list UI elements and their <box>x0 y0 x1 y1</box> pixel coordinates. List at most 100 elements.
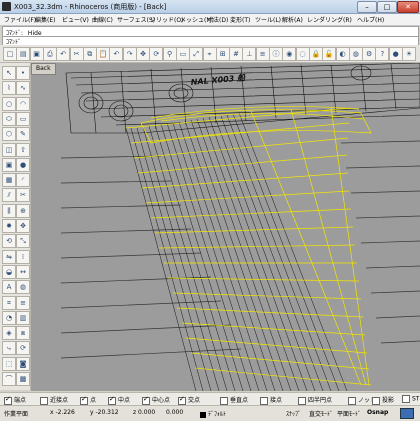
undo-arrow-icon[interactable]: ↶ <box>109 47 124 61</box>
lock-icon[interactable]: 🔒 <box>308 47 323 61</box>
osnap-checkbox[interactable] <box>220 396 228 405</box>
osnap-item[interactable]: 交点 <box>178 395 200 405</box>
help-icon[interactable]: ? <box>375 47 390 61</box>
extrude-icon[interactable]: ⇧ <box>16 142 30 157</box>
analyze-icon[interactable]: ⌗ <box>2 295 16 310</box>
osnap-checkbox[interactable] <box>348 396 356 405</box>
blend-icon[interactable]: ⌒ <box>2 372 16 386</box>
options-icon[interactable]: ⚙ <box>362 47 377 61</box>
patch-icon[interactable]: ◈ <box>2 326 16 341</box>
osnap-checkbox[interactable] <box>142 395 150 405</box>
menu-view[interactable]: ビュー(V) <box>62 15 89 24</box>
zoom-extents-icon[interactable]: ⤢ <box>189 47 204 61</box>
circle-icon[interactable]: ○ <box>2 96 16 111</box>
osnap-checkbox[interactable] <box>402 395 410 403</box>
osnap-item[interactable]: 端点 <box>4 395 26 405</box>
osnap-checkbox[interactable] <box>108 395 116 405</box>
move-icon[interactable]: ✥ <box>16 219 30 233</box>
redo-arrow-icon[interactable]: ↷ <box>122 47 137 61</box>
offset-icon[interactable]: ⫽ <box>2 188 16 203</box>
freeform-icon[interactable]: ✎ <box>16 127 30 142</box>
save-icon[interactable]: ▣ <box>29 47 44 61</box>
join-icon[interactable]: ⊕ <box>16 203 30 218</box>
osnap-item[interactable]: 近接点 <box>40 395 68 405</box>
menu-edit[interactable]: 編集(E) <box>35 15 55 24</box>
render-icon[interactable]: ◍ <box>348 47 363 61</box>
properties-icon[interactable]: ⓘ <box>269 47 283 61</box>
menu-help[interactable]: ヘルプ(H) <box>357 15 384 24</box>
osnap-toggle[interactable]: Osnap <box>367 409 388 416</box>
menu-dimension[interactable]: 寸法(D) <box>207 15 228 24</box>
viewport-tab-back[interactable]: Back <box>31 63 56 75</box>
loft-icon[interactable]: ⧈ <box>16 326 30 341</box>
osnap-checkbox[interactable] <box>298 396 306 405</box>
network-icon[interactable]: ▩ <box>16 372 30 386</box>
box-icon[interactable]: ▣ <box>2 157 16 172</box>
maximize-button[interactable]: □ <box>377 1 397 13</box>
shell-icon[interactable]: ⬚ <box>2 356 16 371</box>
render-icon[interactable]: ◍ <box>16 280 30 295</box>
fillet-icon[interactable]: ◜ <box>16 173 30 188</box>
layers-icon[interactable]: ≡ <box>255 47 270 61</box>
planar-toggle[interactable]: 平面ﾓｰﾄﾞ <box>337 409 361 418</box>
title-bar[interactable]: X003_32.3dm - Rhinoceros (商用版) - [Back] … <box>0 0 420 14</box>
cut-icon[interactable]: ✂ <box>69 47 84 61</box>
sweep-icon[interactable]: ⤷ <box>2 341 16 356</box>
ellipse-icon[interactable]: ⬭ <box>2 111 16 126</box>
mesh-icon[interactable]: ▦ <box>2 173 16 188</box>
snap-toggle[interactable]: ｽﾅｯﾌﾟ <box>286 409 301 418</box>
menu-file[interactable]: ファイル(F) <box>4 15 36 24</box>
menu-tools[interactable]: ツール(L) <box>255 15 281 24</box>
polygon-icon[interactable]: ⬡ <box>2 127 16 142</box>
sphere-icon[interactable]: ● <box>16 157 30 172</box>
trim-icon[interactable]: ✂ <box>16 188 30 203</box>
menu-transform[interactable]: 変形(T) <box>230 15 250 24</box>
shade-icon[interactable]: ◐ <box>335 47 350 61</box>
zoom-selected-icon[interactable]: ⌖ <box>202 47 217 61</box>
osnap-checkbox[interactable] <box>4 395 12 405</box>
split-icon[interactable]: ⫼ <box>2 203 16 218</box>
osnap-checkbox[interactable] <box>260 396 268 405</box>
osnap-item[interactable]: 四半円点 <box>298 395 332 405</box>
rotate-icon[interactable]: ⟲ <box>2 234 16 249</box>
osnap-checkbox[interactable] <box>178 395 186 405</box>
menu-render[interactable]: レンダリング(R) <box>307 15 352 24</box>
dimension-icon[interactable]: ↔ <box>16 264 30 279</box>
scale-icon[interactable]: ⤡ <box>16 234 30 249</box>
cap-icon[interactable]: ◙ <box>16 356 30 371</box>
osnap-item[interactable]: 接点 <box>260 395 282 405</box>
close-button[interactable]: ✕ <box>397 1 419 13</box>
cplane-icon[interactable]: ⊥ <box>242 47 257 61</box>
text-icon[interactable]: A <box>2 280 16 295</box>
rectangle-icon[interactable]: ▭ <box>16 111 30 126</box>
four-view-icon[interactable]: ⊞ <box>215 47 230 61</box>
copy-icon[interactable]: ⧉ <box>82 47 97 61</box>
light-icon[interactable]: ☀ <box>402 47 416 61</box>
material-icon[interactable]: ● <box>388 47 403 61</box>
unlock-icon[interactable]: 🔓 <box>322 47 337 61</box>
new-file-icon[interactable]: □ <box>3 47 17 61</box>
osnap-item[interactable]: 点 <box>80 395 96 405</box>
zebra-icon[interactable]: ▥ <box>16 310 30 325</box>
record-history-icon[interactable] <box>400 408 414 419</box>
zoom-window-icon[interactable]: ▭ <box>175 47 190 61</box>
grid-icon[interactable]: # <box>229 47 244 61</box>
menu-analyze[interactable]: 解析(A) <box>282 15 303 24</box>
layer-selector[interactable]: ﾃﾞﾌｫﾙﾄ <box>200 409 226 418</box>
mirror-icon[interactable]: ⇋ <box>2 249 16 264</box>
ortho-toggle[interactable]: 直交ﾓｰﾄﾞ <box>309 409 333 418</box>
surface-icon[interactable]: ◫ <box>2 142 16 157</box>
osnap-item[interactable]: 垂直点 <box>220 395 248 405</box>
menu-solid[interactable]: ソリッド(O) <box>150 15 183 24</box>
undo-icon[interactable]: ↶ <box>56 47 71 61</box>
layer-icon[interactable]: ≡ <box>16 295 30 310</box>
revolve-icon[interactable]: ⟳ <box>16 341 30 356</box>
boolean-icon[interactable]: ◒ <box>2 264 16 279</box>
paste-icon[interactable]: 📋 <box>96 47 111 61</box>
menu-curve[interactable]: 曲線(C) <box>92 15 113 24</box>
arc-icon[interactable]: ◠ <box>16 96 30 111</box>
point-icon[interactable]: • <box>16 66 30 80</box>
osnap-item[interactable]: 投影 <box>372 395 394 405</box>
osnap-item[interactable]: 中点 <box>108 395 130 405</box>
osnap-checkbox[interactable] <box>40 396 48 405</box>
